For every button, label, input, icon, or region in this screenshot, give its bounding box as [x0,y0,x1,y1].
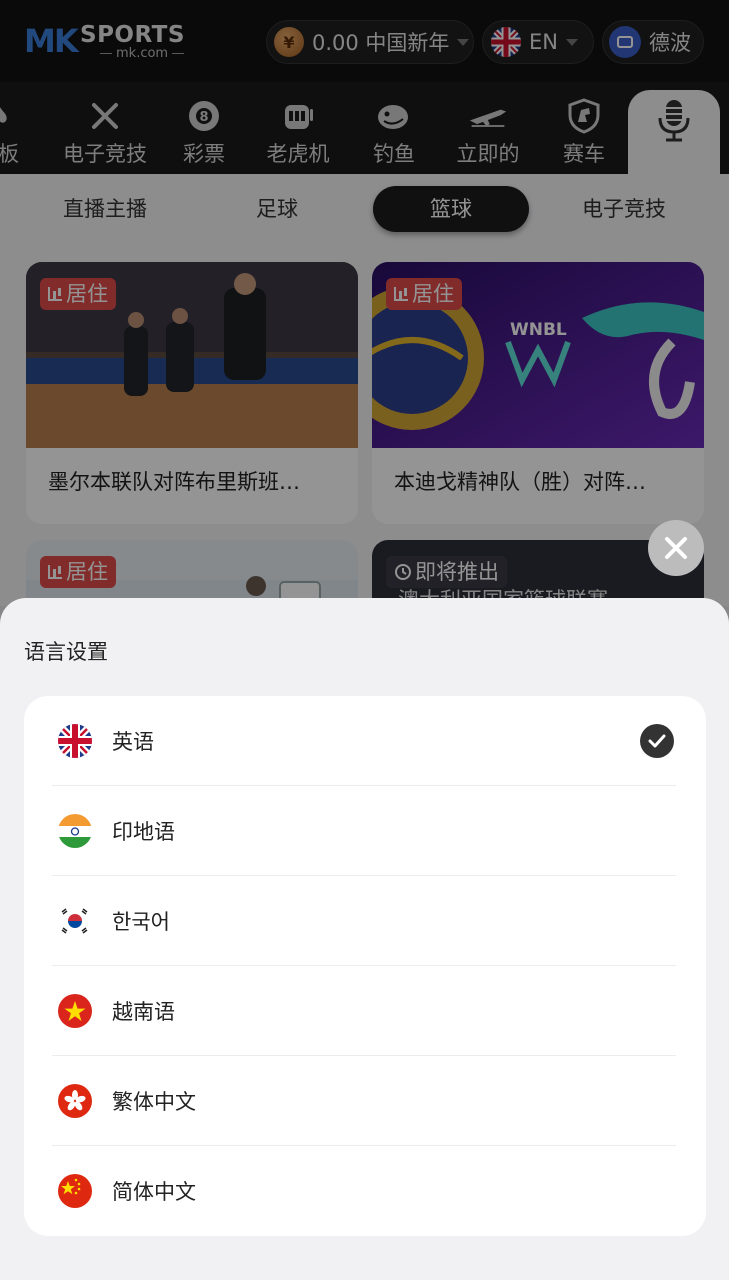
uk-flag-icon [58,724,92,758]
language-option-traditional-chinese[interactable]: 繁体中文 [52,1056,676,1146]
language-label: 繁体中文 [112,1090,196,1114]
language-list: 英语 印地语 한국어 越南语 繁体中文 简体中文 [24,696,706,1236]
language-option-vietnamese[interactable]: 越南语 [52,966,676,1056]
language-option-hindi[interactable]: 印地语 [52,786,676,876]
vietnam-flag-icon [58,994,92,1028]
china-flag-icon [58,1174,92,1208]
language-option-english[interactable]: 英语 [52,696,676,786]
hongkong-flag-icon [58,1084,92,1118]
korea-flag-icon [58,904,92,938]
language-settings-sheet: 语言设置 英语 印地语 한국어 越南语 繁体中文 简体中文 [0,598,729,1280]
language-label: 越南语 [112,1000,175,1024]
language-label: 英语 [112,730,154,754]
sheet-title: 语言设置 [24,640,108,664]
language-label: 简体中文 [112,1180,196,1204]
close-icon [665,537,687,559]
close-button[interactable] [648,520,704,576]
language-label: 한국어 [112,910,170,934]
language-option-simplified-chinese[interactable]: 简体中文 [52,1146,676,1236]
language-option-korean[interactable]: 한국어 [52,876,676,966]
checkmark-icon [640,724,674,758]
language-label: 印地语 [112,820,175,844]
india-flag-icon [58,814,92,848]
